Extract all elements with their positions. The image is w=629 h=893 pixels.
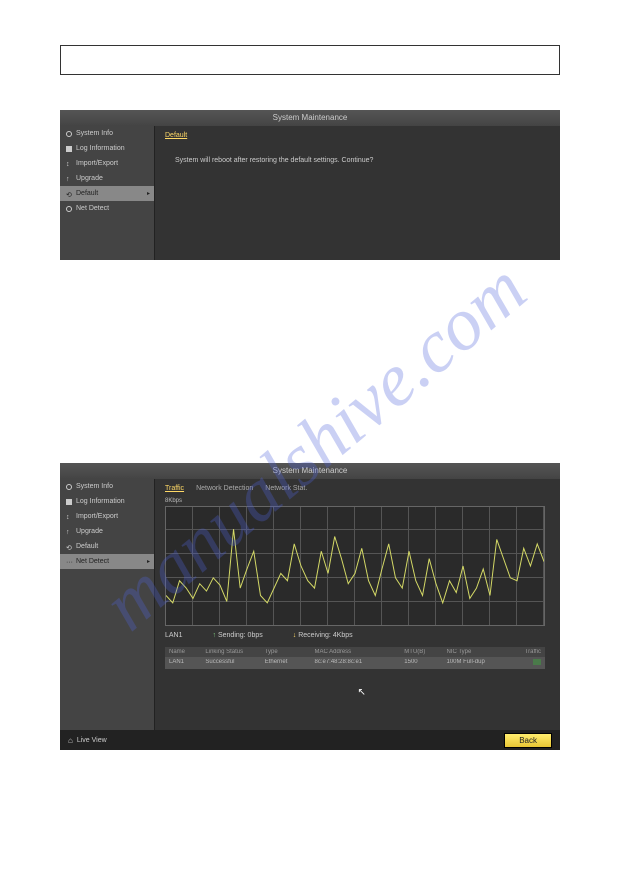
up-arrow-icon — [66, 176, 72, 182]
default-icon: ⟲ — [66, 544, 72, 550]
sidebar-item-label: System Info — [76, 483, 113, 490]
content-area: Traffic Network Detection Network Stat. … — [155, 479, 560, 730]
cursor-icon: ↖ — [358, 687, 366, 698]
sidebar-item-system-info[interactable]: System Info — [60, 126, 154, 141]
panel-net-detect: System Maintenance System Info Log Infor… — [60, 463, 560, 750]
network-icon — [66, 206, 72, 212]
sidebar-item-import-export[interactable]: ↕ Import/Export — [60, 156, 154, 171]
panel-default-settings: System Maintenance System Info Log Infor… — [60, 110, 560, 260]
th-mtu: MTU(B) — [404, 649, 442, 655]
td-name: LAN1 — [169, 659, 201, 667]
circle-icon — [66, 131, 72, 137]
transfer-icon: ↕ — [66, 161, 72, 167]
confirm-message: System will reboot after restoring the d… — [165, 147, 550, 174]
sidebar: System Info Log Information ↕ Import/Exp… — [60, 479, 155, 730]
sidebar-item-import-export[interactable]: ↕ Import/Export — [60, 509, 154, 524]
down-arrow-icon: ↓ — [293, 632, 297, 639]
sidebar-item-net-detect[interactable]: Net Detect — [60, 554, 154, 569]
th-name: Name — [169, 649, 201, 655]
td-traffic — [512, 659, 541, 667]
content-area: Default System will reboot after restori… — [155, 126, 560, 260]
th-type: Type — [265, 649, 311, 655]
sidebar-item-default[interactable]: ⟲ Default — [60, 186, 154, 201]
sidebar-item-label: Log Information — [76, 145, 125, 152]
top-rule-box — [60, 45, 560, 75]
traffic-indicator-icon — [533, 659, 541, 665]
back-button[interactable]: Back — [504, 733, 552, 748]
stats-row: LAN1 ↑ Sending: 0bps ↓ Receiving: 4Kbps — [165, 632, 550, 639]
page-heading: Default — [165, 132, 550, 139]
lan-label: LAN1 — [165, 632, 183, 639]
sidebar-item-default[interactable]: ⟲ Default — [60, 539, 154, 554]
sidebar-item-label: Upgrade — [76, 175, 103, 182]
sidebar-item-label: Upgrade — [76, 528, 103, 535]
dots-icon — [66, 559, 72, 565]
sidebar-item-label: Default — [76, 190, 98, 197]
bottom-bar: Live View Back — [60, 730, 560, 750]
document-icon — [66, 499, 72, 505]
th-traffic: Traffic — [512, 649, 541, 655]
sidebar-item-label: Net Detect — [76, 558, 109, 565]
sidebar-item-upgrade[interactable]: Upgrade — [60, 171, 154, 186]
nic-table: Name Linking Status Type MAC Address MTU… — [165, 647, 545, 669]
default-icon: ⟲ — [66, 191, 72, 197]
td-link: Successful — [205, 659, 260, 667]
sidebar-item-upgrade[interactable]: Upgrade — [60, 524, 154, 539]
sidebar-item-log-information[interactable]: Log Information — [60, 494, 154, 509]
tab-network-detection[interactable]: Network Detection — [196, 485, 253, 492]
sidebar: System Info Log Information ↕ Import/Exp… — [60, 126, 155, 260]
td-type: Ethernet — [265, 659, 311, 667]
home-icon — [68, 736, 73, 745]
table-row[interactable]: LAN1 Successful Ethernet 8c:e7:48:28:8c:… — [165, 657, 545, 669]
td-nic: 100M Full-dup — [446, 659, 508, 667]
tab-traffic[interactable]: Traffic — [165, 485, 184, 492]
th-mac: MAC Address — [314, 649, 400, 655]
sidebar-item-label: Default — [76, 543, 98, 550]
td-mtu: 1500 — [404, 659, 442, 667]
sidebar-item-label: Net Detect — [76, 205, 109, 212]
traffic-chart — [165, 506, 545, 626]
sending-stat: ↑ Sending: 0bps — [213, 632, 263, 639]
sidebar-item-log-information[interactable]: Log Information — [60, 141, 154, 156]
chart-line — [166, 529, 544, 603]
sidebar-item-label: Import/Export — [76, 160, 118, 167]
sidebar-item-net-detect[interactable]: Net Detect — [60, 201, 154, 216]
sidebar-item-label: Log Information — [76, 498, 125, 505]
chart-svg — [166, 507, 544, 625]
bps-label: 8Kbps — [165, 498, 550, 504]
title-bar: System Maintenance — [60, 463, 560, 479]
table-header: Name Linking Status Type MAC Address MTU… — [165, 647, 545, 657]
th-link: Linking Status — [205, 649, 260, 655]
document-icon — [66, 146, 72, 152]
td-mac: 8c:e7:48:28:8c:e1 — [314, 659, 400, 667]
sidebar-item-label: System Info — [76, 130, 113, 137]
th-nic: NIC Type — [446, 649, 508, 655]
circle-icon — [66, 484, 72, 490]
sidebar-item-label: Import/Export — [76, 513, 118, 520]
title-bar: System Maintenance — [60, 110, 560, 126]
up-arrow-icon — [66, 529, 72, 535]
live-view-button[interactable]: Live View — [68, 736, 107, 745]
tab-network-stat[interactable]: Network Stat. — [265, 485, 307, 492]
transfer-icon: ↕ — [66, 514, 72, 520]
receiving-stat: ↓ Receiving: 4Kbps — [293, 632, 353, 639]
up-arrow-icon: ↑ — [213, 632, 217, 639]
sidebar-item-system-info[interactable]: System Info — [60, 479, 154, 494]
tabs: Traffic Network Detection Network Stat. — [165, 485, 550, 492]
